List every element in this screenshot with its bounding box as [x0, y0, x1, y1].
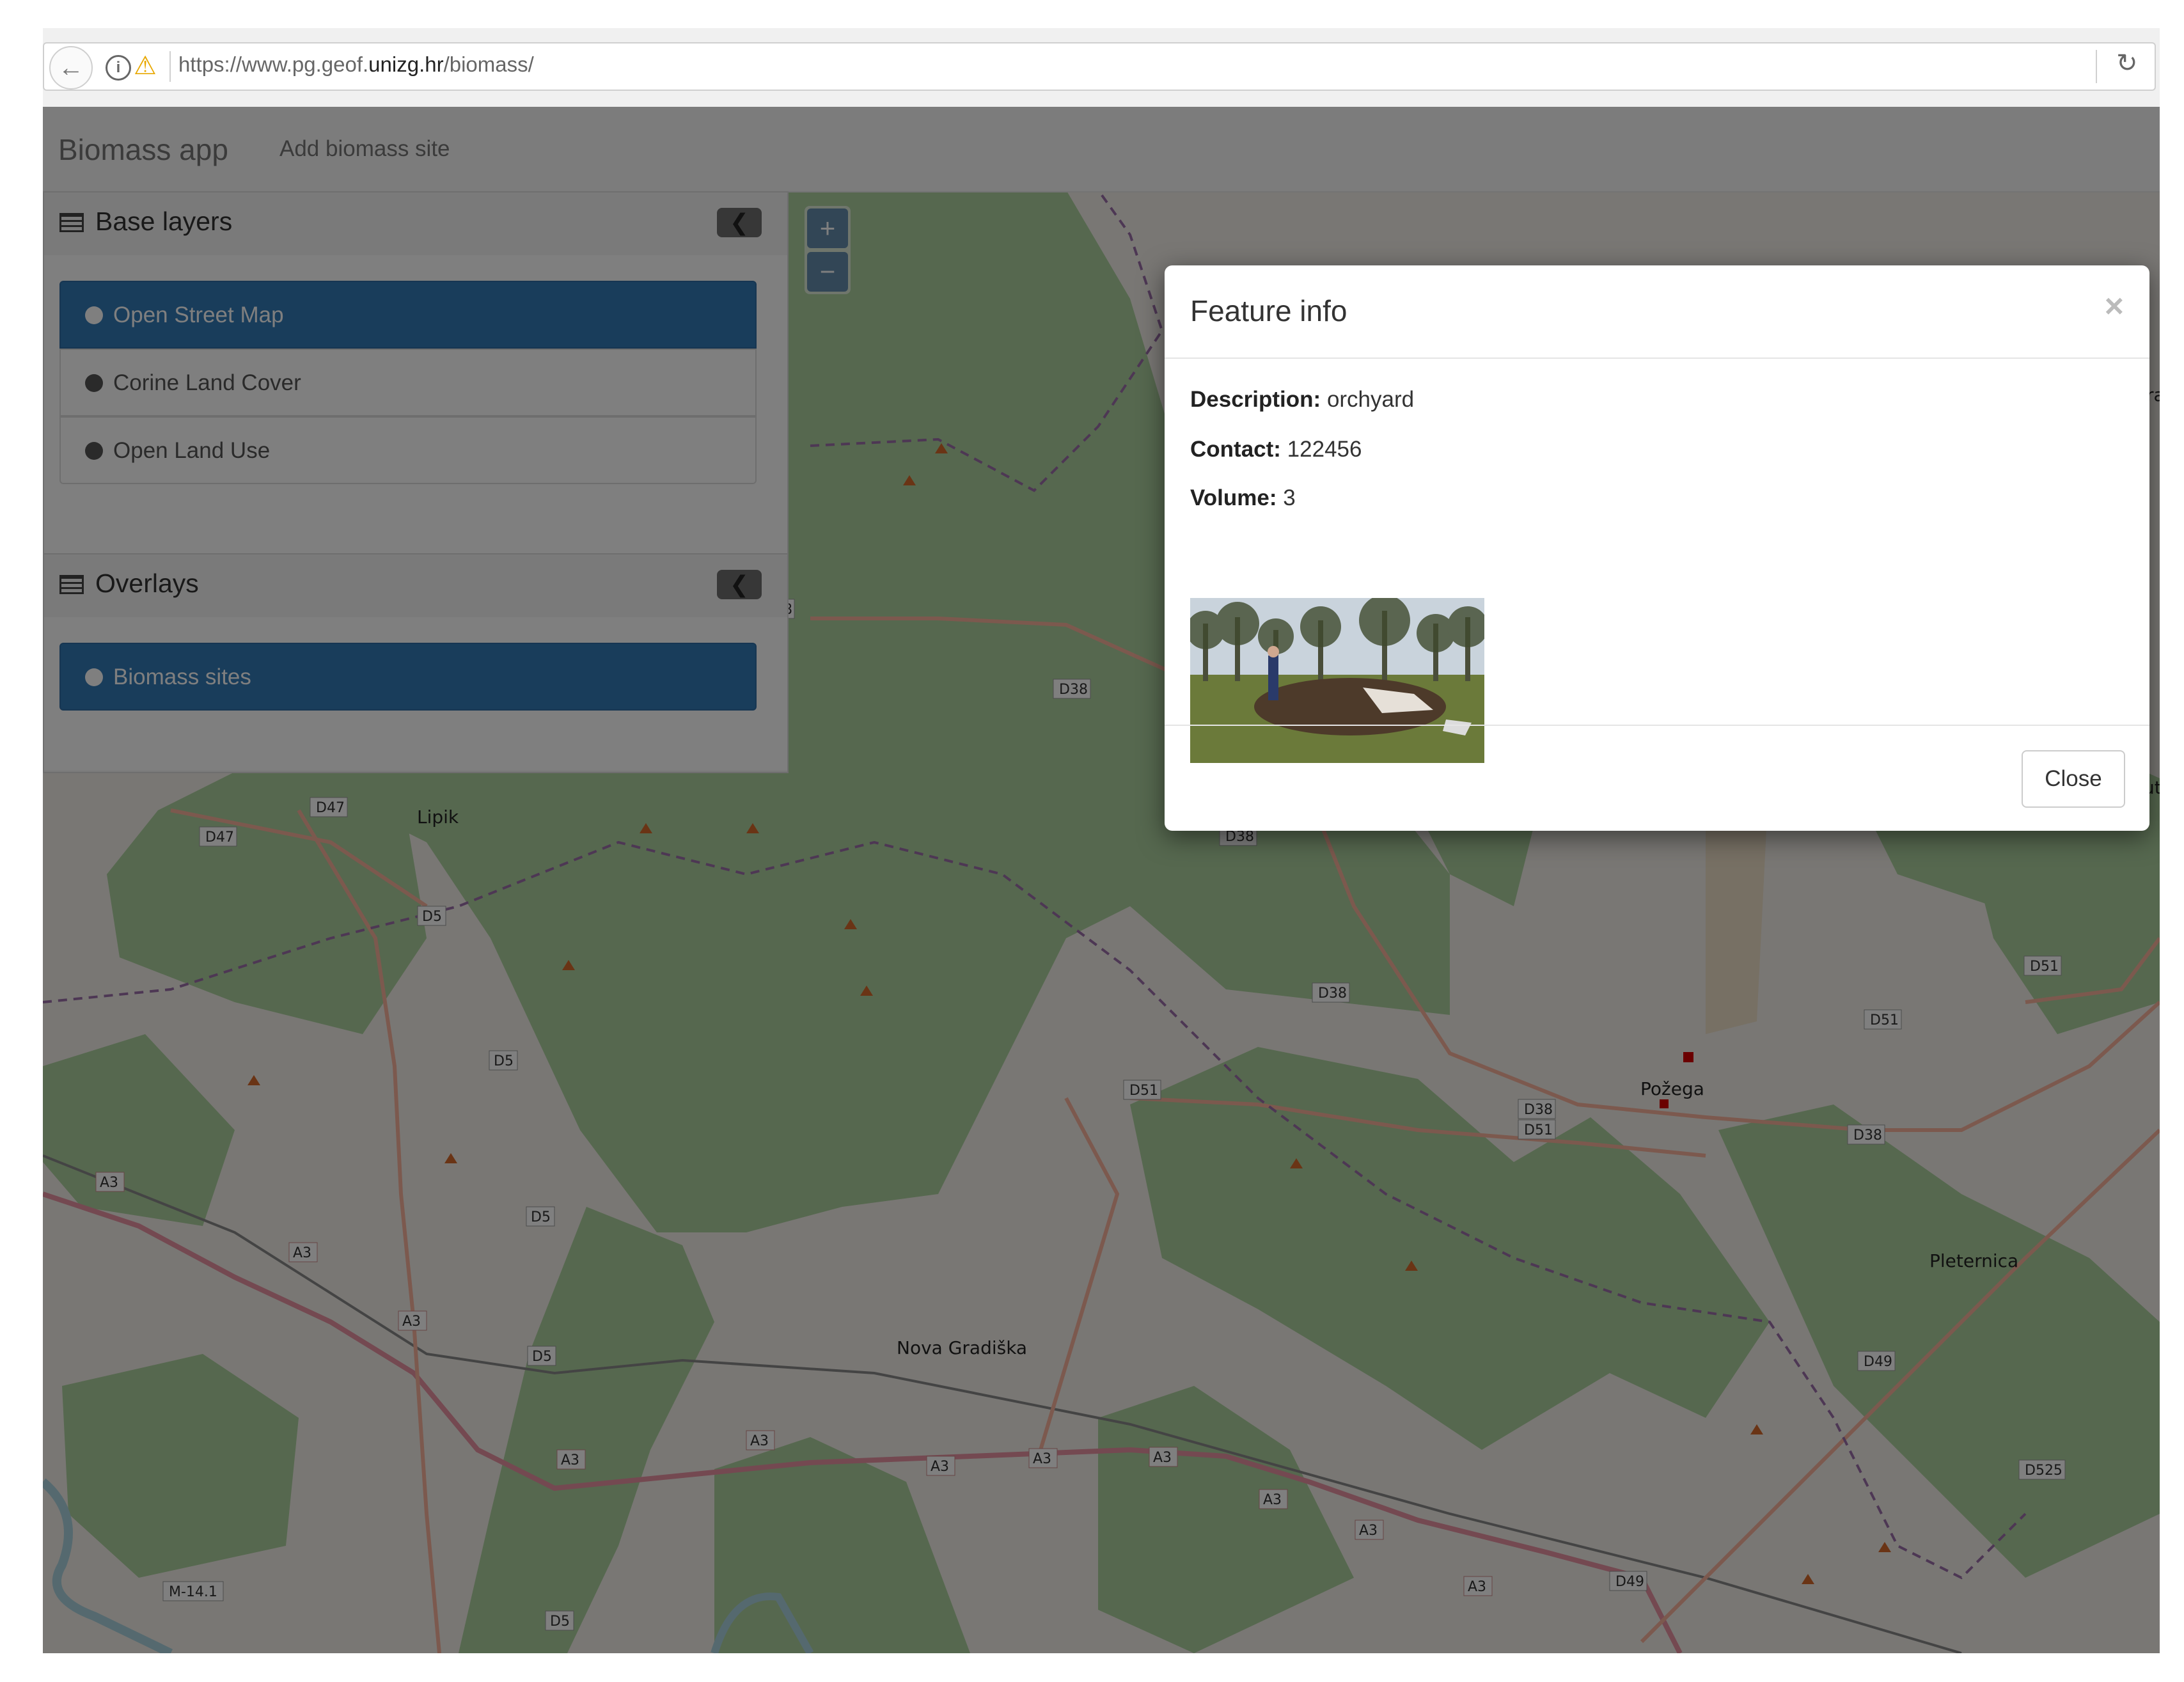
reload-divider — [2096, 50, 2097, 83]
insecure-lock-warning-icon[interactable]: ⚠ — [134, 51, 157, 81]
field-value: orchyard — [1326, 387, 1415, 412]
close-icon[interactable]: × — [2105, 287, 2124, 326]
modal-header: Feature info × — [1165, 265, 2149, 359]
feature-info-modal: Feature info × Description: orchyard Con… — [1165, 265, 2149, 831]
url-field[interactable]: ← i ⚠ https://www.pg.geof.unizg.hr/bioma… — [43, 42, 2156, 91]
field-value: 3 — [1283, 485, 1296, 510]
modal-body: Description: orchyard Contact: 122456 Vo… — [1165, 358, 2149, 763]
back-arrow-icon[interactable]: ← — [49, 46, 93, 90]
app-viewport: Lipik Nova Gradiška Požega Pleternica Ku… — [43, 107, 2160, 1653]
browser-address-bar: ← i ⚠ https://www.pg.geof.unizg.hr/bioma… — [43, 28, 2160, 108]
modal-title: Feature info — [1190, 294, 1347, 327]
field-label: Description: — [1190, 387, 1321, 412]
url-prefix: https://www.pg.geof. — [178, 52, 369, 76]
url-text[interactable]: https://www.pg.geof.unizg.hr/biomass/ — [178, 52, 534, 77]
field-label: Contact: — [1190, 437, 1281, 462]
field-value: 122456 — [1287, 437, 1362, 462]
url-divider — [169, 51, 171, 82]
field-label: Volume: — [1190, 485, 1277, 510]
close-button[interactable]: Close — [2022, 750, 2125, 808]
contact-field: Contact: 122456 — [1190, 437, 1362, 462]
reload-icon[interactable]: ↻ — [2116, 49, 2138, 78]
info-icon[interactable]: i — [106, 55, 131, 81]
description-field: Description: orchyard — [1190, 387, 1414, 413]
volume-field: Volume: 3 — [1190, 485, 1296, 511]
url-path: /biomass/ — [443, 52, 534, 76]
modal-footer: Close — [1165, 725, 2149, 832]
url-domain: unizg.hr — [368, 52, 444, 76]
